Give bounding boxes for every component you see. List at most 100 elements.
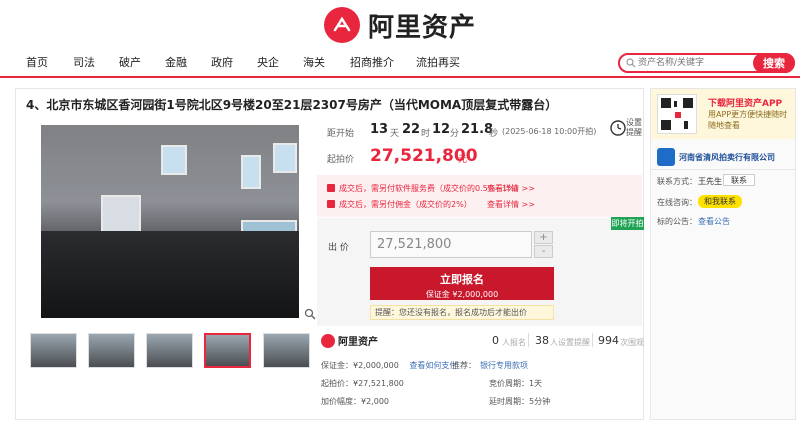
countdown-hours: 22 <box>402 122 421 137</box>
brand-name: 阿里资产 <box>367 12 476 43</box>
status-badge: 即将开拍 <box>611 217 644 230</box>
notice-detail-link[interactable]: 查看详情 >> <box>487 199 535 210</box>
nav-item-central-enterprise[interactable]: 央企 <box>257 54 279 70</box>
stat-registered-count: 0 <box>492 334 499 347</box>
search-input[interactable] <box>638 56 748 70</box>
view-notice-link[interactable]: 查看公告 <box>698 216 730 227</box>
nav-item-judicial[interactable]: 司法 <box>73 54 95 70</box>
stat-divider <box>528 333 529 347</box>
apply-deposit-text: 保证金 ¥2,000,000 <box>425 290 499 299</box>
stat-divider <box>592 333 593 347</box>
how-to-pay-link[interactable]: 查看如何支付 <box>409 361 457 370</box>
stat-view-label: 次围观 <box>620 338 644 347</box>
nav-item-investment[interactable]: 招商推介 <box>350 54 394 70</box>
ali-logo: 阿里资产 <box>321 333 378 348</box>
contact-label: 联系方式： <box>657 177 697 186</box>
recommend-row: 推荐： 银行专用款项 <box>452 360 528 371</box>
brand-logo-icon[interactable] <box>323 7 360 43</box>
deposit-row: 保证金：¥2,000,000 查看如何支付 <box>321 360 457 371</box>
deposit-value: ¥2,000,000 <box>353 361 399 370</box>
org-name[interactable]: 河南省清风拍卖行有限公司 <box>679 152 775 163</box>
increment-label: 加价幅度： <box>321 397 361 406</box>
nav-item-bankruptcy[interactable]: 破产 <box>119 54 141 70</box>
main-photo[interactable] <box>41 125 299 318</box>
countdown-days-unit: 天 <box>390 129 400 139</box>
remind-label[interactable]: 设置 提醒 <box>626 118 646 138</box>
notice-detail-link[interactable]: 查看详情 >> <box>487 183 535 194</box>
start-time: (2025-06-18 10:00开拍) <box>502 127 597 136</box>
nav-item-finance[interactable]: 金融 <box>165 54 187 70</box>
registration-reminder: 提醒：您还没有报名，报名成功后才能出价 <box>370 305 554 320</box>
zoom-icon[interactable] <box>304 308 316 320</box>
notice-label: 标的公告： <box>657 217 697 226</box>
countdown-hours-unit: 时 <box>421 129 431 139</box>
info-start-price-value: ¥27,521,800 <box>353 379 404 388</box>
apply-button[interactable]: 立即报名 保证金 ¥2,000,000 <box>370 267 554 300</box>
thumbnail[interactable] <box>30 333 77 368</box>
bid-cycle-row: 竞价周期：1天 <box>489 378 542 389</box>
start-price-row: 起拍价：¥27,521,800 <box>321 378 404 389</box>
nav-item-customs[interactable]: 海关 <box>303 54 325 70</box>
bid-cycle-label: 竞价周期： <box>489 379 529 388</box>
stat-view-count: 994 <box>598 334 619 347</box>
bid-cycle-value: 1天 <box>529 379 543 388</box>
photo-window <box>241 155 261 189</box>
contact-button[interactable]: 联系 <box>723 174 755 186</box>
bid-decrease-button[interactable]: - <box>534 245 553 258</box>
recommend-link[interactable]: 银行专用款项 <box>480 361 528 370</box>
bid-increase-button[interactable]: + <box>534 231 553 244</box>
brand-header: 阿里资产 <box>0 0 800 50</box>
bid-input[interactable]: 27,521,800 <box>370 231 532 258</box>
start-price-label: 起拍价 <box>327 155 355 165</box>
chat-button[interactable]: 和我联系 <box>698 195 742 208</box>
countdown-minutes: 12 <box>432 122 451 137</box>
notice-row: 成交后，需另付佣金（成交价的2%） 查看详情 >> <box>327 199 535 210</box>
increment-row: 加价幅度：¥2,000 <box>321 396 389 407</box>
countdown-minutes-unit: 分 <box>450 129 460 139</box>
ali-logo-icon <box>321 333 335 348</box>
nav-item-relist[interactable]: 流拍再买 <box>416 54 460 70</box>
deposit-label: 保证金： <box>321 361 353 370</box>
search-icon <box>626 58 636 68</box>
app-download-title[interactable]: 下载阿里资产APP <box>708 96 782 109</box>
nav-divider <box>0 76 800 78</box>
delay-label: 延时周期： <box>489 397 529 406</box>
org-icon <box>657 148 675 166</box>
start-price-unit: 元 <box>458 155 468 165</box>
info-start-price-label: 起拍价： <box>321 379 353 388</box>
stat-registered-label: 人报名 <box>502 338 526 347</box>
increment-value: ¥2,000 <box>361 397 389 406</box>
sidebar-divider <box>651 169 795 170</box>
search-button[interactable]: 搜索 <box>753 53 795 73</box>
ali-logo-text: 阿里资产 <box>338 337 378 348</box>
stat-remind-count: 38 <box>535 334 549 347</box>
thumbnail-selected[interactable] <box>204 333 251 368</box>
online-consult-label: 在线咨询： <box>657 198 697 207</box>
apply-button-label: 立即报名 <box>440 273 484 286</box>
photo-floor <box>41 231 299 318</box>
thumbnail[interactable] <box>88 333 135 368</box>
thumbnail-strip <box>30 333 312 371</box>
photo-window <box>273 143 297 173</box>
qr-code-icon <box>657 94 697 134</box>
thumbnail[interactable] <box>146 333 193 368</box>
countdown-seconds-unit: 秒 <box>489 129 499 139</box>
nav-item-home[interactable]: 首页 <box>26 54 48 70</box>
app-download-desc: 用APP更方便快捷随时随地查看 <box>708 110 788 130</box>
warning-icon <box>327 200 335 208</box>
listing-title: 4、北京市东城区香河园街1号院北区9号楼20至21层2307号房产（当代MOMA… <box>26 98 558 112</box>
recommend-label: 推荐： <box>452 361 476 370</box>
countdown-days: 13 <box>370 122 389 137</box>
stat-remind-label: 人设置提醒 <box>550 338 590 347</box>
contact-name: 王先生 <box>698 177 722 186</box>
nav-item-government[interactable]: 政府 <box>211 54 233 70</box>
photo-window <box>161 145 187 175</box>
delay-row: 延时周期：5分钟 <box>489 396 550 407</box>
notice-row: 成交后，需另付软件服务费（成交价的0.5%~1%） 查看详情 >> <box>327 183 535 194</box>
bid-label: 出 价 <box>328 243 349 253</box>
fee-notice: 成交后，需另付软件服务费（成交价的0.5%~1%） 查看详情 >> 成交后，需另… <box>317 175 642 217</box>
warning-icon <box>327 184 335 192</box>
countdown-label: 距开始 <box>327 129 355 139</box>
thumbnail[interactable] <box>263 333 310 368</box>
notice-text: 成交后，需另付佣金（成交价的2%） <box>339 200 472 209</box>
